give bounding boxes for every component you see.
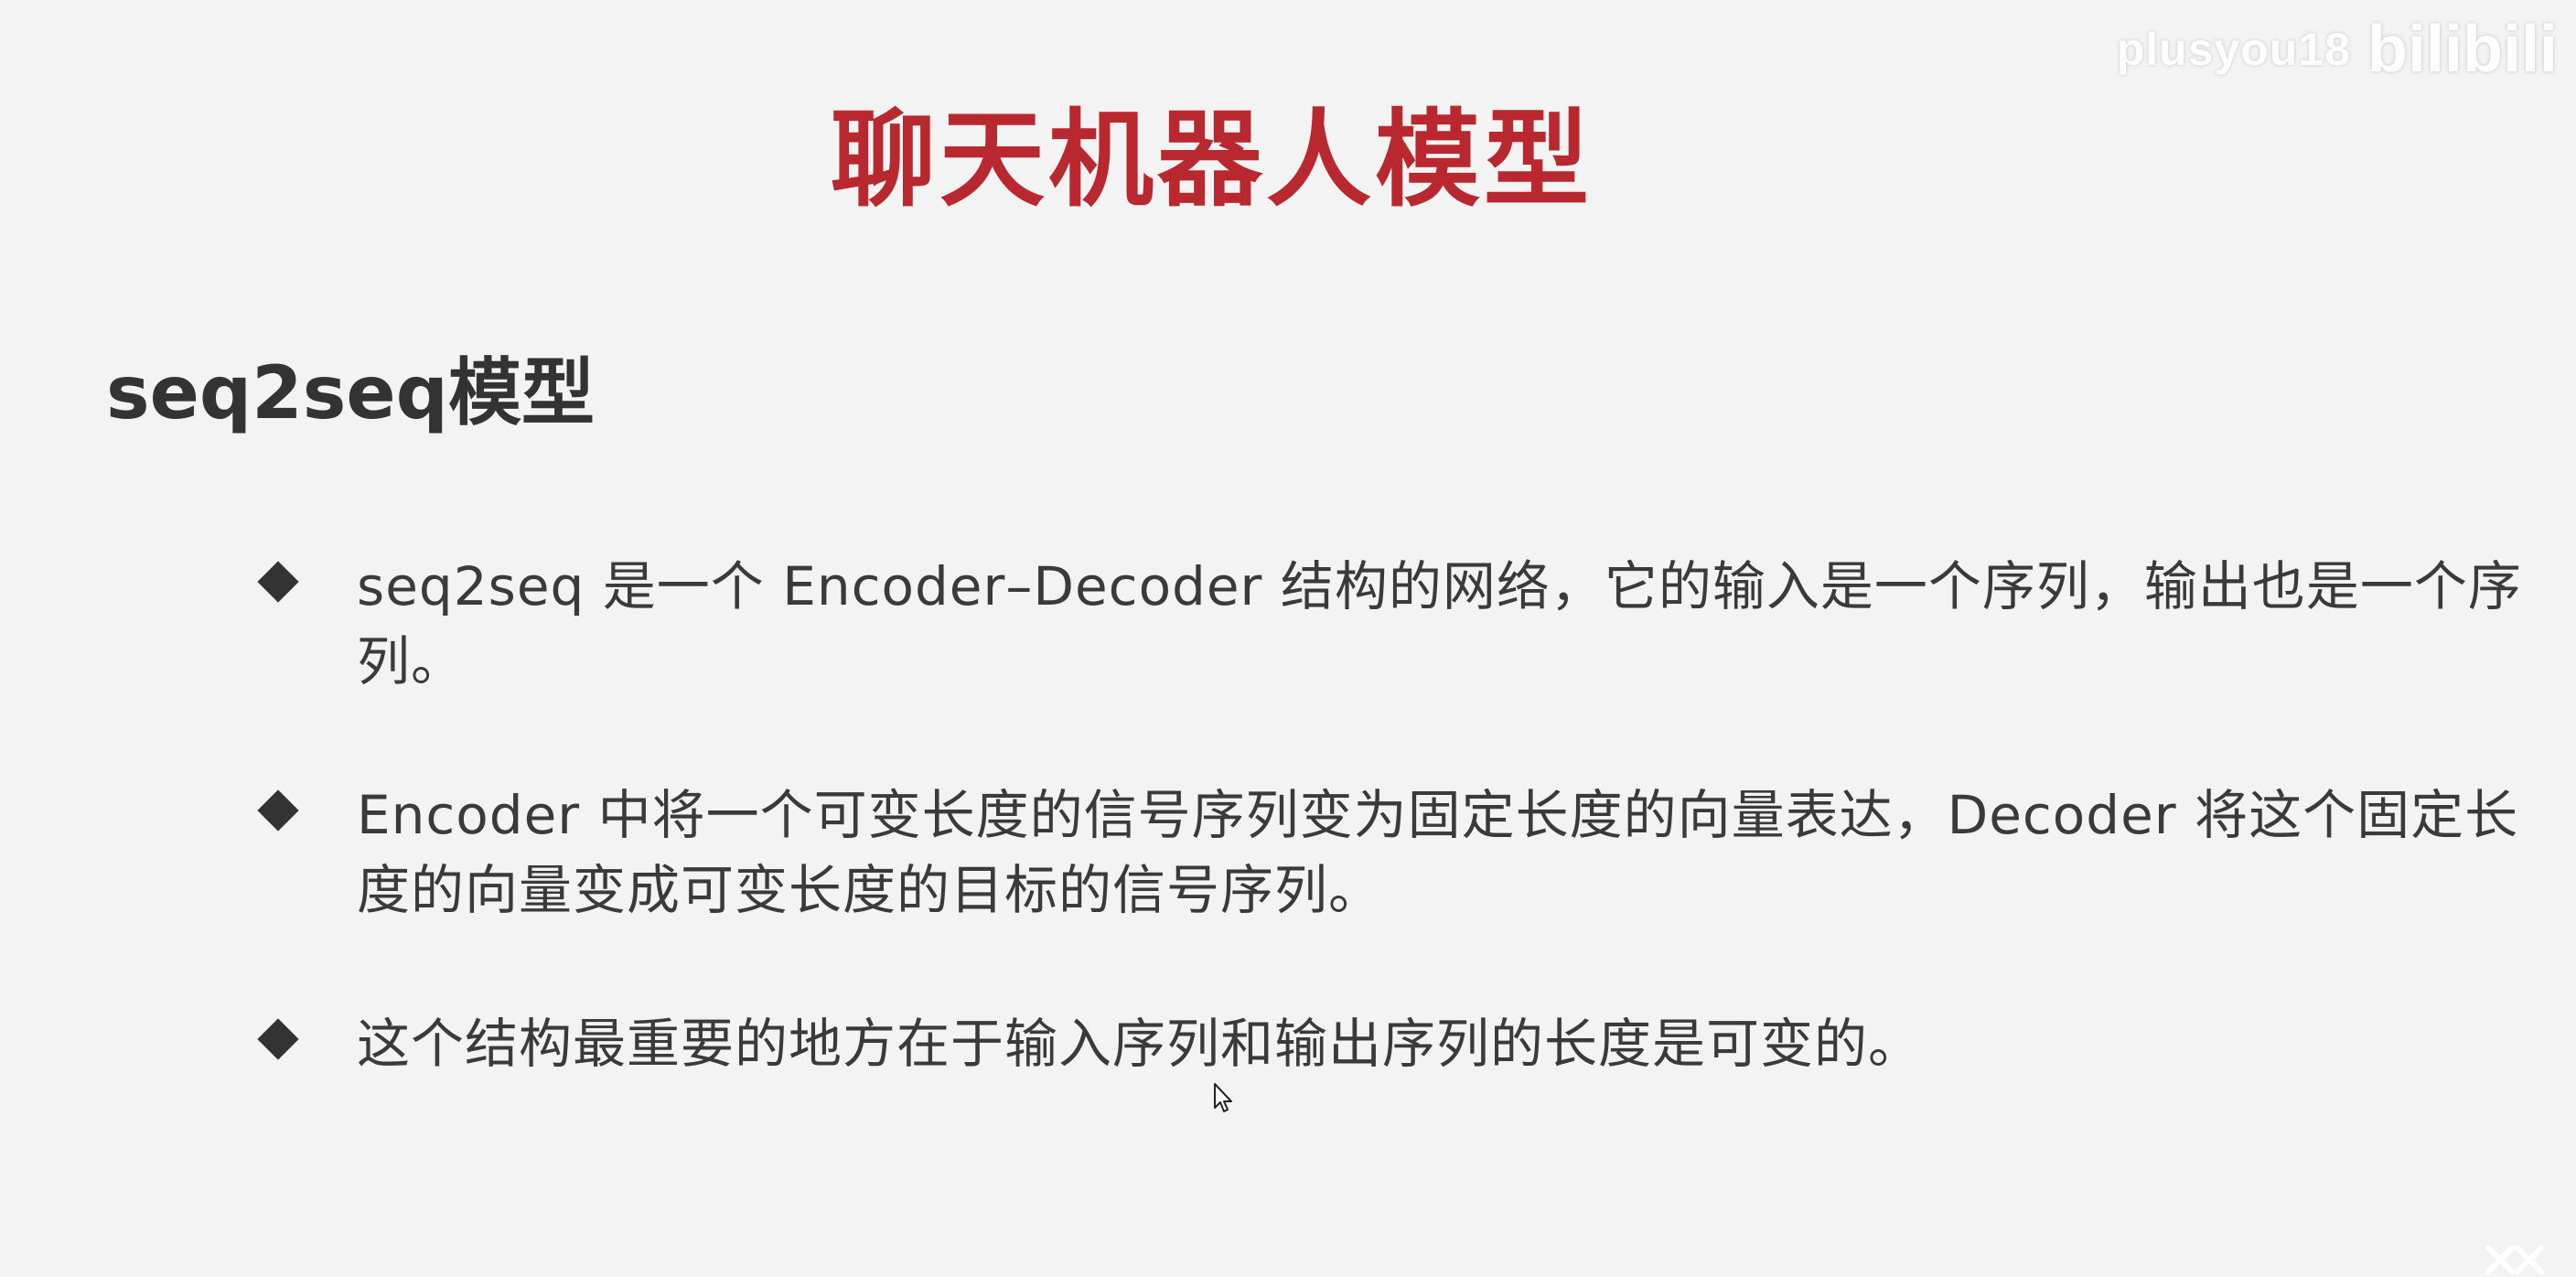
bullet-text: seq2seq 是一个 Encoder–Decoder 结构的网络，它的输入是一… [357,555,2522,692]
slide-subtitle: seq2seq模型 [106,350,595,435]
bullet-item: seq2seq 是一个 Encoder–Decoder 结构的网络，它的输入是一… [256,549,2543,699]
slide-title: 聊天机器人模型 [831,99,1594,221]
bilibili-logo: bilibili [2367,13,2558,86]
slide-canvas: plusyou18 bilibili 聊天机器人模型 seq2seq模型 seq… [0,0,2576,1277]
bullet-text: 这个结构最重要的地方在于输入序列和输出序列的长度是可变的。 [357,1013,1923,1075]
close-icon[interactable] [2481,1240,2545,1277]
bullet-list: seq2seq 是一个 Encoder–Decoder 结构的网络，它的输入是一… [256,549,2543,1160]
watermark-username: plusyou18 [2116,24,2352,75]
diamond-bullet-icon [257,561,299,603]
diamond-bullet-icon [257,789,299,832]
diamond-bullet-icon [257,1018,299,1060]
bullet-item: Encoder 中将一个可变长度的信号序列变为固定长度的向量表达，Decoder… [256,778,2543,928]
bullet-text: Encoder 中将一个可变长度的信号序列变为固定长度的向量表达，Decoder… [357,784,2519,921]
watermark: plusyou18 bilibili [2117,16,2558,82]
bullet-item: 这个结构最重要的地方在于输入序列和输出序列的长度是可变的。 [256,1006,2543,1081]
mouse-pointer-icon [1214,1083,1232,1112]
